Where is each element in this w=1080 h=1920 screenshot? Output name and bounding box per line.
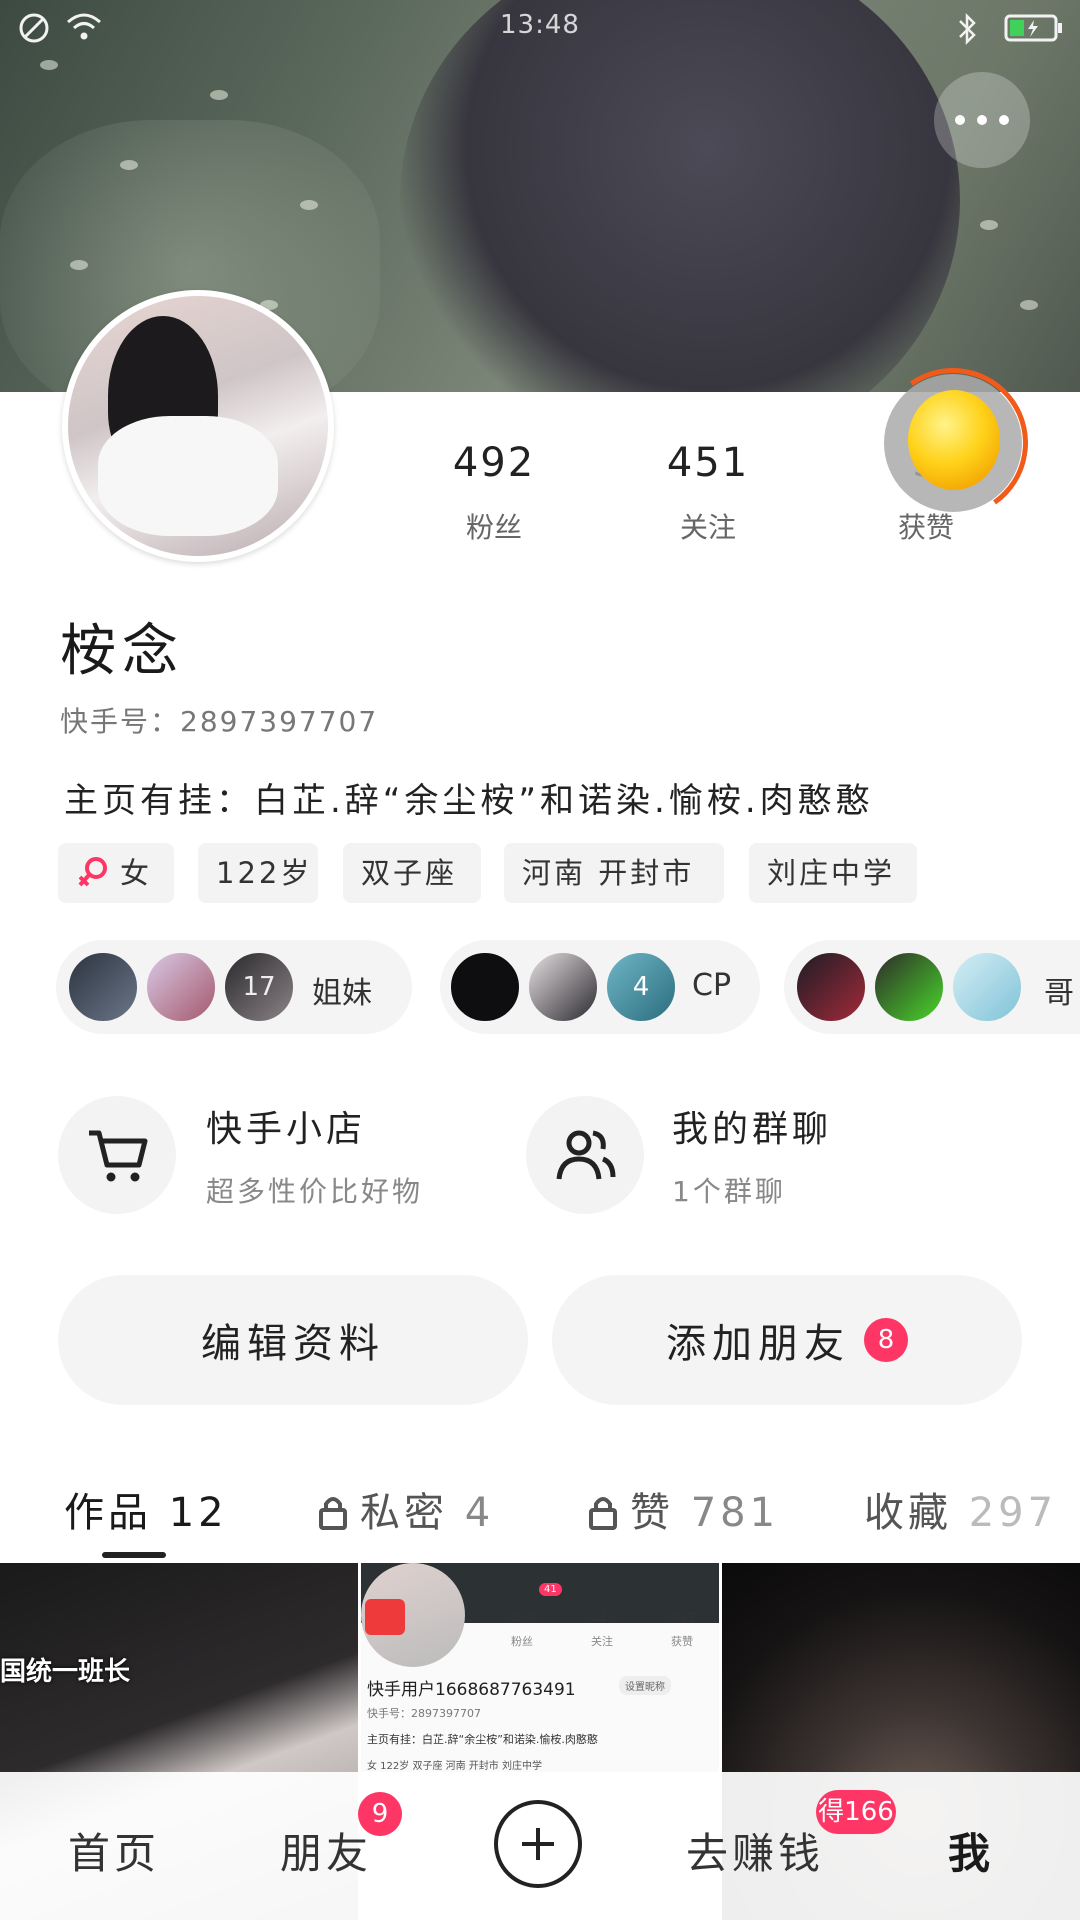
mini-stat-label: 粉丝 [511, 1635, 533, 1648]
gold-coin-widget[interactable] [866, 356, 1040, 530]
group-label: 哥 [1044, 976, 1074, 1011]
tab-private-label: 私密 [360, 1490, 448, 1536]
tag-school[interactable]: 刘庄中学 [749, 843, 917, 903]
followers-label[interactable]: 粉丝 [414, 506, 574, 546]
avatar [526, 950, 600, 1024]
avatar[interactable] [62, 290, 334, 562]
plus-icon [522, 1828, 554, 1860]
avatar [950, 950, 1024, 1024]
lock-icon [319, 1497, 347, 1530]
tag-location[interactable]: 河南 开封市 [504, 843, 724, 903]
status-time: 13:48 [500, 10, 580, 40]
lock-icon [589, 1497, 617, 1530]
female-icon [78, 857, 107, 887]
mini-stat: 489 [509, 1611, 536, 1627]
mini-stat: 446 [589, 1611, 616, 1627]
add-friend-button[interactable]: 添加朋友 8 [552, 1275, 1022, 1405]
group-pill-brothers[interactable]: 哥 [784, 940, 1080, 1034]
tab-favorites-count: 297 [968, 1490, 1058, 1536]
shop-title[interactable]: 快手小店 [206, 1100, 366, 1152]
tab-liked-label: 赞 [630, 1490, 674, 1536]
tab-indicator [102, 1552, 166, 1558]
tab-private-count: 4 [464, 1490, 495, 1536]
more-dot-icon [999, 115, 1009, 125]
tab-works-count: 12 [168, 1490, 228, 1536]
tag-gender-label: 女 [120, 856, 153, 890]
add-friend-label: 添加朋友 [666, 1321, 850, 1367]
mini-stat: 297 [669, 1611, 696, 1627]
mini-set-nickname: 设置昵称 [619, 1676, 671, 1695]
battery-icon [1004, 14, 1062, 42]
tab-favorites-label: 收藏 [864, 1490, 952, 1536]
red-packet-icon [365, 1599, 405, 1635]
group-pill-cp[interactable]: 4 CP [440, 940, 760, 1034]
shop-subtitle: 超多性价比好物 [206, 1175, 424, 1208]
tag-zodiac[interactable]: 双子座 [343, 843, 481, 903]
friends-badge: 9 [358, 1792, 402, 1836]
avatar [448, 950, 522, 1024]
more-dot-icon [977, 115, 987, 125]
following-label[interactable]: 关注 [628, 506, 788, 546]
tab-private[interactable]: 私密 4 [318, 1480, 494, 1538]
nav-me[interactable]: 我 [948, 1820, 994, 1881]
avatar [144, 950, 218, 1024]
edit-profile-button[interactable]: 编辑资料 [58, 1275, 528, 1405]
group-chat-entry[interactable] [526, 1096, 644, 1214]
profile-name: 桉念 [60, 619, 184, 684]
avatar [66, 950, 140, 1024]
group-label: CP [692, 968, 732, 1003]
wifi-icon [67, 13, 101, 40]
group-pill-sisters[interactable]: 17 姐妹 [56, 940, 412, 1034]
tab-liked-count: 781 [690, 1490, 780, 1536]
mini-bio: 主页有挂：白芷.辞“余尘桉”和诺染.愉桉.肉憨憨 [367, 1733, 598, 1746]
tab-works[interactable]: 作品 12 [64, 1480, 228, 1538]
status-bar: 13:48 [0, 0, 1080, 56]
group-chat-title[interactable]: 我的群聊 [672, 1100, 832, 1152]
add-friend-badge: 8 [864, 1318, 908, 1362]
bluetooth-icon [959, 12, 976, 46]
group-count: 4 [632, 972, 650, 1002]
profile-bio: 主页有挂：白芷.辞“余尘桉”和诺染.愉桉.肉憨憨 [64, 781, 874, 821]
mini-id: 快手号：2897397707 [367, 1707, 481, 1720]
group-chat-subtitle: 1个群聊 [672, 1175, 786, 1208]
user-id[interactable]: 快手号：2897397707 [60, 700, 378, 740]
tab-liked[interactable]: 赞 781 [588, 1480, 779, 1538]
tab-favorites[interactable]: 收藏 297 [864, 1480, 1057, 1538]
cart-icon [89, 1130, 148, 1182]
tab-works-label: 作品 [64, 1490, 152, 1536]
group-count: 17 [242, 972, 276, 1002]
more-options-button[interactable] [934, 72, 1030, 168]
shop-entry[interactable] [58, 1096, 176, 1214]
avatar [872, 950, 946, 1024]
create-post-button[interactable] [494, 1800, 582, 1888]
mini-tags: 女 122岁 双子座 河南 开封市 刘庄中学 [367, 1761, 542, 1772]
group-label: 姐妹 [312, 976, 372, 1011]
nav-friends[interactable]: 朋友 [280, 1820, 372, 1881]
avatar [794, 950, 868, 1024]
more-dot-icon [955, 115, 965, 125]
nav-home[interactable]: 首页 [68, 1820, 160, 1881]
mini-badge: 41 [539, 1583, 562, 1596]
avatar: 4 [604, 950, 678, 1024]
following-count[interactable]: 451 [628, 440, 788, 486]
earn-badge: 得166 [816, 1790, 896, 1834]
dnd-icon [19, 13, 49, 43]
tag-gender[interactable]: 女 [58, 843, 174, 903]
mini-stat-label: 获赞 [671, 1635, 693, 1648]
edit-profile-label: 编辑资料 [201, 1321, 385, 1367]
group-chat-icon [556, 1130, 616, 1180]
thumbnail-caption: 国统一班长 [0, 1657, 131, 1687]
tag-age[interactable]: 122岁 [198, 843, 318, 903]
avatar: 17 [222, 950, 296, 1024]
followers-count[interactable]: 492 [414, 440, 574, 486]
mini-stat-label: 关注 [591, 1635, 613, 1648]
nav-earn[interactable]: 去赚钱 [686, 1820, 824, 1881]
mini-username: 快手用户1668687763491 [367, 1680, 576, 1700]
